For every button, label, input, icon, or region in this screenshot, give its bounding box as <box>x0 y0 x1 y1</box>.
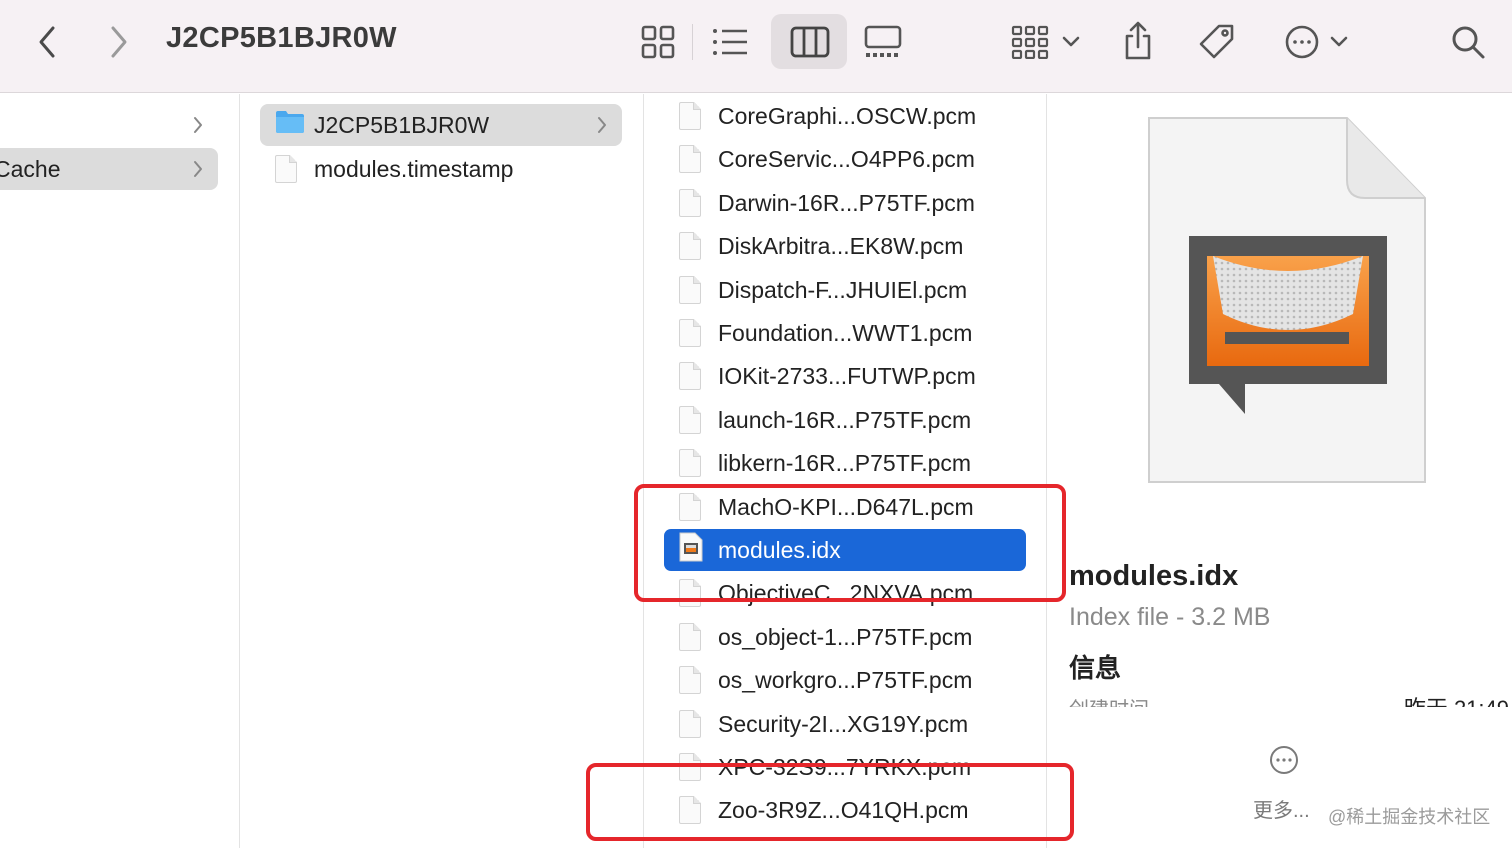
column-1-item-selected[interactable]: Cache <box>0 148 218 190</box>
preview-file-kind: Index file - 3.2 MB <box>1069 603 1271 631</box>
document-icon <box>679 666 701 694</box>
finder-toolbar: J2CP5B1BJR0W <box>0 0 1512 93</box>
item-label: libkern-16R...P75TF.pcm <box>718 449 972 476</box>
document-icon <box>679 406 701 434</box>
document-icon <box>275 155 297 183</box>
document-icon <box>679 189 701 217</box>
watermark: @稀土掘金技术社区 <box>1328 807 1491 827</box>
file-row[interactable]: os_object-1...P75TF.pcm <box>664 616 1026 658</box>
item-label: Cache <box>0 155 61 182</box>
column-3[interactable]: CoreGraphi...OSCW.pcm CoreServic...O4PP6… <box>645 94 1047 848</box>
item-label: launch-16R...P75TF.pcm <box>718 406 972 433</box>
document-icon <box>679 145 701 173</box>
forward-button[interactable] <box>102 22 136 62</box>
file-row[interactable]: Darwin-16R...P75TF.pcm <box>664 182 1026 224</box>
document-icon <box>679 449 701 477</box>
search-icon <box>1452 26 1485 59</box>
tag-button[interactable] <box>1194 20 1238 64</box>
more-button-label[interactable]: 更多... <box>1253 794 1310 823</box>
chevron-right-icon <box>111 26 127 58</box>
preview-created-row: 创建时间 昨天 21:49 <box>1069 691 1509 707</box>
item-label: modules.timestamp <box>314 155 514 182</box>
view-divider <box>692 24 693 60</box>
item-label: os_object-1...P75TF.pcm <box>718 623 973 650</box>
item-label: os_workgro...P75TF.pcm <box>718 666 973 693</box>
item-label: Foundation...WWT1.pcm <box>718 319 973 346</box>
icon-view-button[interactable] <box>636 22 680 62</box>
list-view-icon <box>713 29 747 55</box>
item-label: Dispatch-F...JHUIEl.pcm <box>718 276 968 303</box>
window-title: J2CP5B1BJR0W <box>166 22 397 54</box>
file-row[interactable]: libkern-16R...P75TF.pcm <box>664 442 1026 484</box>
chevron-right-icon <box>598 117 606 133</box>
index-file-preview-icon <box>1148 117 1426 483</box>
share-button[interactable] <box>1118 18 1158 64</box>
column-view-icon <box>790 26 830 58</box>
share-icon <box>1125 21 1151 60</box>
file-row[interactable]: CoreServic...O4PP6.pcm <box>664 138 1026 180</box>
document-icon <box>679 232 701 260</box>
chevron-right-icon <box>194 161 202 177</box>
item-label: DiskArbitra...EK8W.pcm <box>718 232 964 259</box>
document-icon <box>679 319 701 347</box>
file-row[interactable]: Security-2I...XG19Y.pcm <box>664 703 1026 745</box>
gallery-view-icon <box>864 25 902 57</box>
chevron-left-icon <box>39 26 55 58</box>
item-label: IOKit-2733...FUTWP.pcm <box>718 362 976 389</box>
more-icon[interactable] <box>1269 745 1299 775</box>
column-view-button[interactable] <box>788 22 832 62</box>
back-button[interactable] <box>30 22 64 62</box>
group-button[interactable] <box>1006 22 1084 62</box>
chevron-down-icon <box>1062 36 1080 47</box>
group-icon <box>1011 25 1049 59</box>
item-label: J2CP5B1BJR0W <box>314 111 490 138</box>
preview-info-heading: 信息 <box>1069 653 1122 683</box>
document-icon <box>679 276 701 304</box>
folder-row[interactable]: J2CP5B1BJR0W <box>260 104 622 146</box>
column-1-item[interactable] <box>0 104 218 146</box>
chevron-down-icon <box>1330 36 1348 47</box>
chevron-right-icon <box>194 117 202 133</box>
more-actions-button[interactable] <box>1280 20 1352 64</box>
column-1[interactable]: Cache <box>0 94 240 848</box>
item-label: Security-2I...XG19Y.pcm <box>718 710 969 737</box>
column-2[interactable]: J2CP5B1BJR0W modules.timestamp <box>241 94 644 848</box>
file-row[interactable]: CoreGraphi...OSCW.pcm <box>664 95 1026 137</box>
file-row[interactable]: Foundation...WWT1.pcm <box>664 312 1026 354</box>
document-icon <box>679 362 701 390</box>
preview-file-name: modules.idx <box>1069 560 1239 592</box>
folder-icon <box>275 110 305 140</box>
icon-view-icon <box>641 25 675 59</box>
document-icon <box>679 623 701 651</box>
item-label: CoreServic...O4PP6.pcm <box>718 145 975 172</box>
file-row[interactable]: modules.timestamp <box>260 148 622 190</box>
document-icon <box>679 102 701 130</box>
search-button[interactable] <box>1446 20 1490 64</box>
preview-pane: modules.idx Index file - 3.2 MB 信息 创建时间 … <box>1048 94 1512 848</box>
gallery-view-button[interactable] <box>860 22 906 62</box>
document-icon <box>679 710 701 738</box>
highlight-box-modules-idx <box>634 484 1066 602</box>
file-row[interactable]: Dispatch-F...JHUIEl.pcm <box>664 269 1026 311</box>
tag-icon <box>1199 24 1234 59</box>
item-label: CoreGraphi...OSCW.pcm <box>718 102 977 129</box>
file-row[interactable]: launch-16R...P75TF.pcm <box>664 399 1026 441</box>
created-label: 创建时间 <box>1069 693 1149 707</box>
file-row[interactable]: IOKit-2733...FUTWP.pcm <box>664 355 1026 397</box>
file-row[interactable]: DiskArbitra...EK8W.pcm <box>664 225 1026 267</box>
item-label: Darwin-16R...P75TF.pcm <box>718 189 975 216</box>
created-value: 昨天 21:49 <box>1404 691 1509 707</box>
file-row[interactable]: os_workgro...P75TF.pcm <box>664 659 1026 701</box>
more-icon <box>1285 25 1319 59</box>
list-view-button[interactable] <box>708 22 752 62</box>
highlight-box-zoo-pcm <box>586 763 1074 841</box>
